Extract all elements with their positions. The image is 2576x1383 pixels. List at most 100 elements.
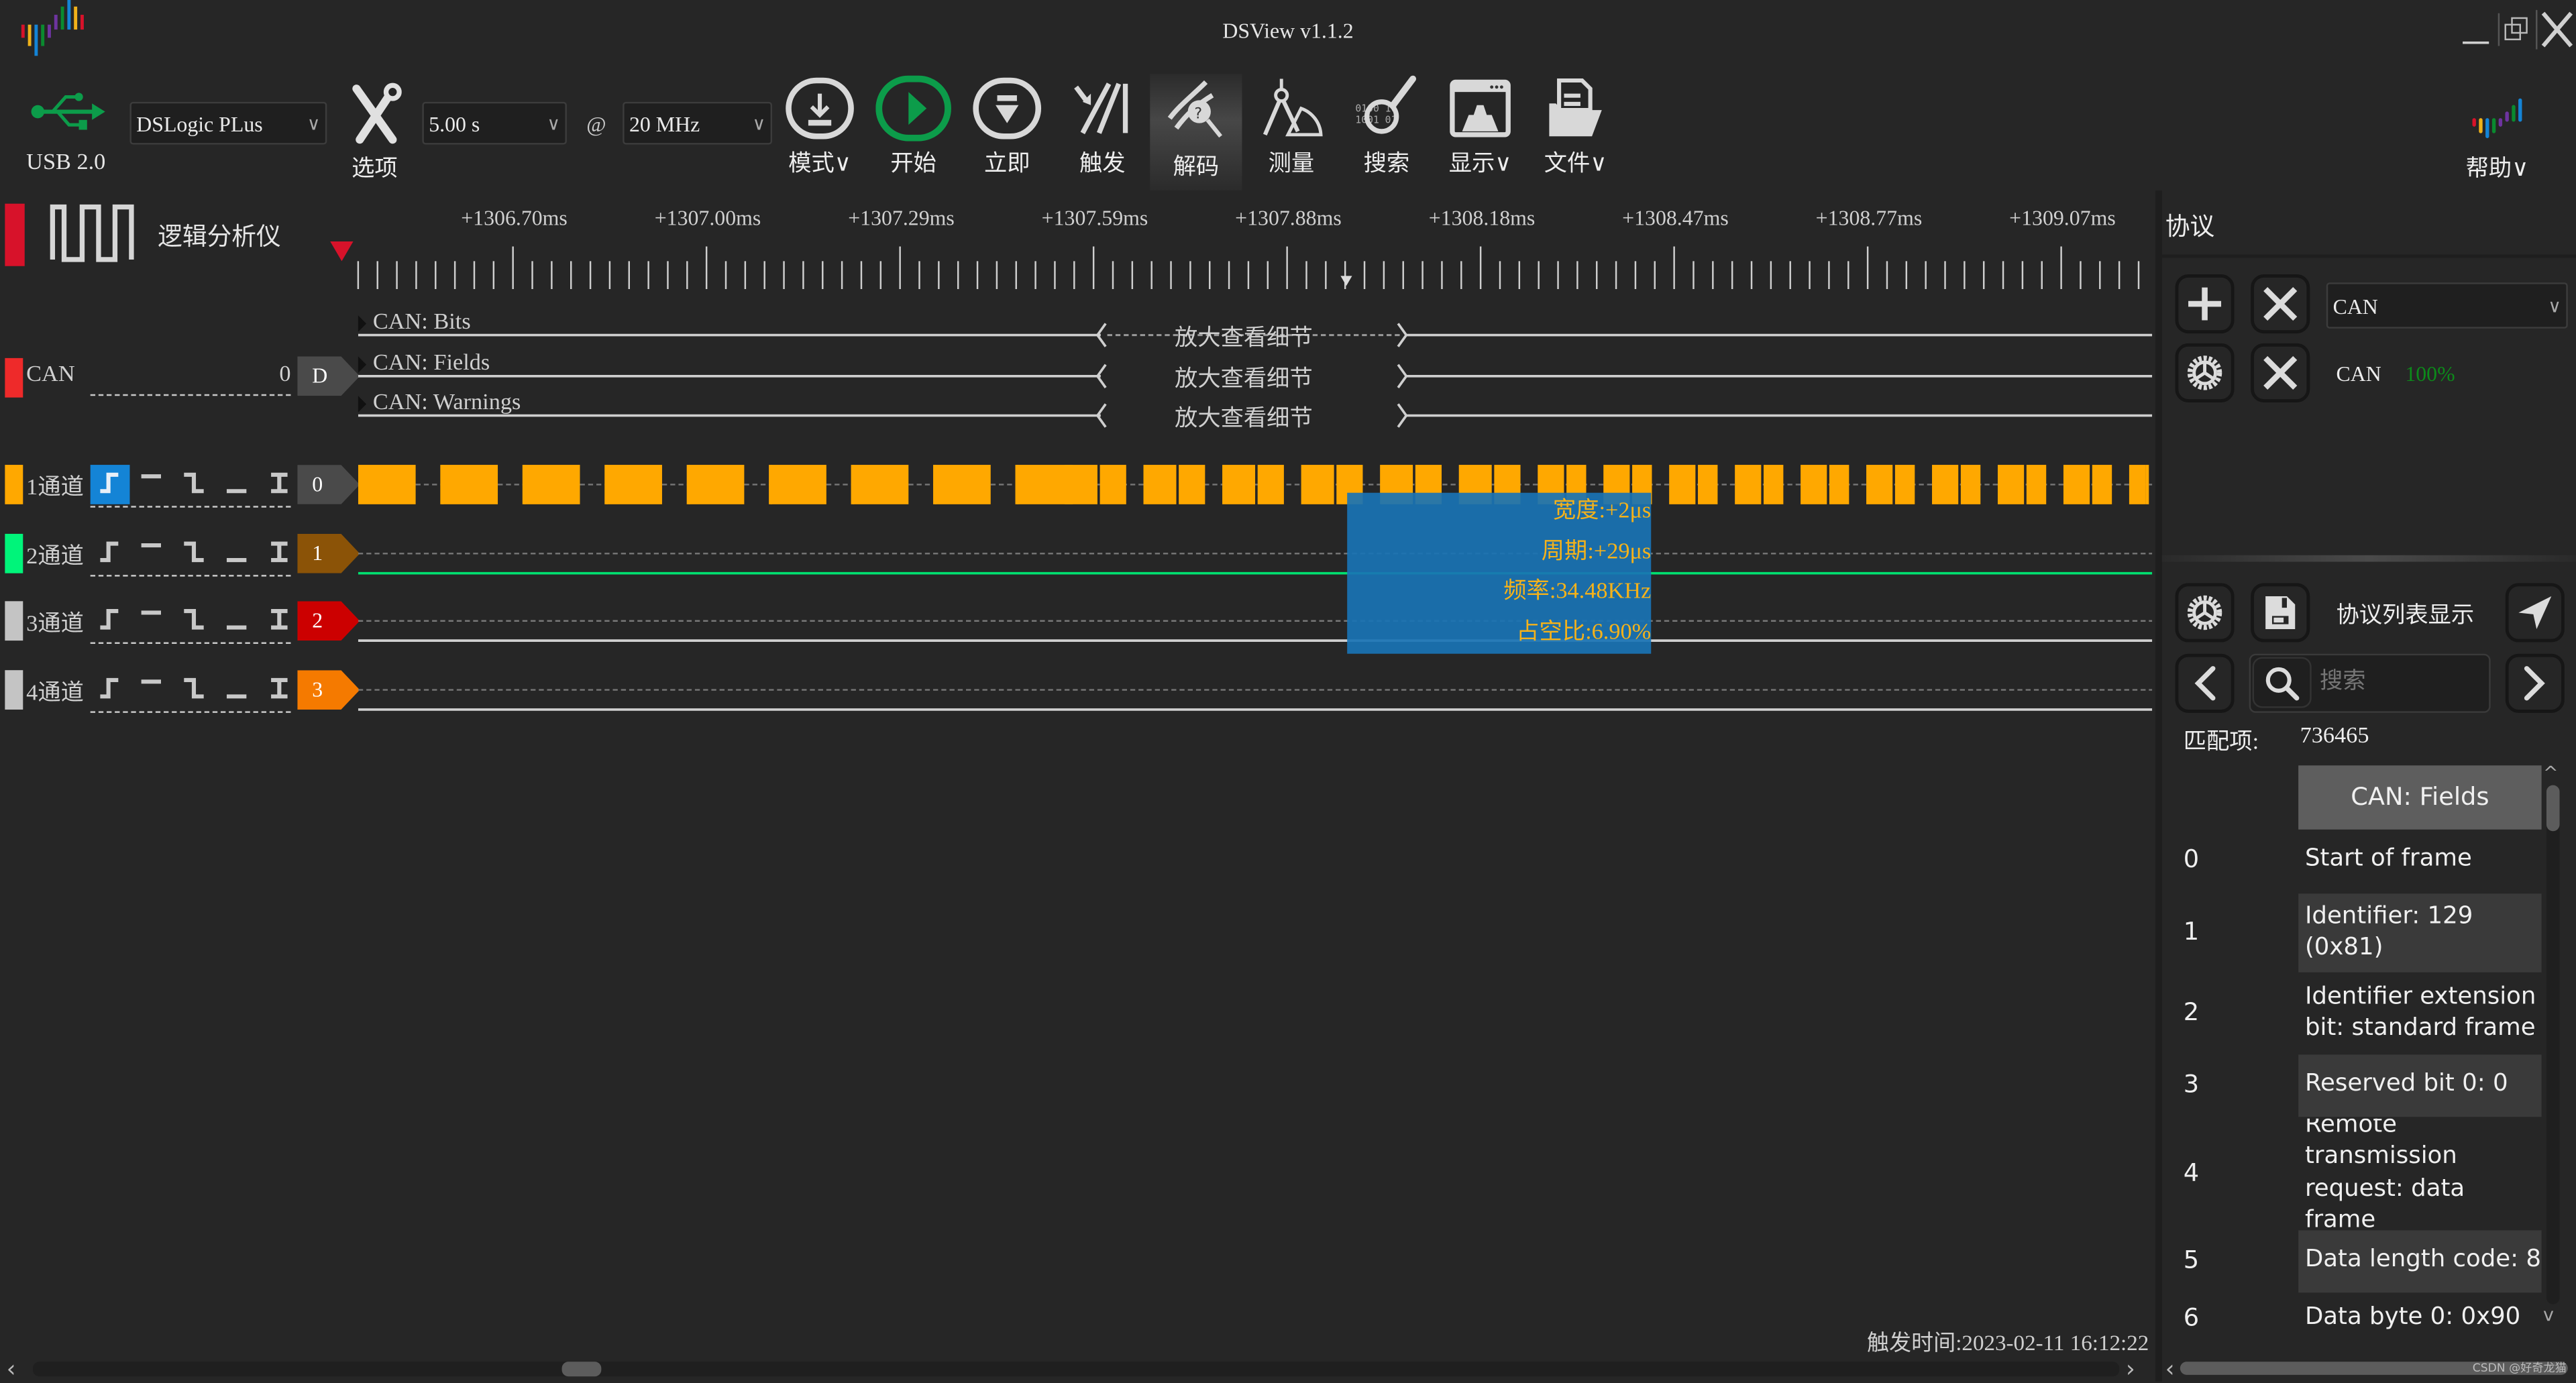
trigger-high-level-button[interactable] bbox=[133, 534, 172, 573]
channel-name[interactable]: 4通道 bbox=[26, 675, 84, 708]
channel-index-tag[interactable]: 2 bbox=[297, 601, 360, 641]
chevron-down-icon: ∨ bbox=[307, 113, 321, 135]
trigger-falling-edge-button[interactable] bbox=[176, 670, 215, 710]
restore-button[interactable] bbox=[2497, 13, 2530, 51]
trigger-any-edge-button[interactable] bbox=[261, 534, 301, 573]
channel-waveform[interactable] bbox=[358, 608, 2153, 657]
trigger-low-level-button[interactable] bbox=[219, 534, 258, 573]
search-box[interactable] bbox=[2249, 653, 2491, 713]
channel-color-bar[interactable] bbox=[5, 601, 23, 641]
tool-search[interactable]: 0100 10 1001 01 搜索 bbox=[1340, 74, 1432, 179]
horizontal-scrollbar[interactable] bbox=[32, 1362, 2120, 1377]
navigate-arrow-icon bbox=[2518, 596, 2552, 629]
list-scroll-down[interactable]: v bbox=[2543, 1305, 2554, 1326]
list-scroll-thumb[interactable] bbox=[2546, 785, 2560, 832]
options-button[interactable]: 选项 bbox=[329, 79, 421, 184]
pulse-high bbox=[1997, 465, 2025, 504]
close-button[interactable] bbox=[2535, 9, 2575, 54]
device-select[interactable]: DSLogic PLus ∨ bbox=[129, 101, 327, 145]
trigger-low-level-button[interactable] bbox=[219, 601, 258, 641]
list-vertical-scrollbar[interactable] bbox=[2546, 785, 2560, 1305]
tool-decode[interactable]: ? 解码 bbox=[1150, 74, 1242, 191]
decoded-list-row[interactable]: 3 Reserved bit 0: 0 bbox=[2162, 1054, 2543, 1117]
channel-index-tag[interactable]: 0 bbox=[297, 465, 360, 504]
channel-name[interactable]: 2通道 bbox=[26, 539, 84, 571]
channel-name[interactable]: 3通道 bbox=[26, 606, 84, 639]
minimize-button[interactable] bbox=[2461, 13, 2491, 51]
trigger-any-edge-button[interactable] bbox=[261, 670, 301, 710]
trigger-rising-edge-button[interactable] bbox=[91, 601, 130, 641]
tool-measure[interactable]: 测量 bbox=[1245, 74, 1337, 179]
channel-color-bar[interactable] bbox=[5, 465, 23, 504]
measure-icon bbox=[1245, 74, 1337, 143]
decoder-tag[interactable]: D bbox=[297, 356, 360, 396]
trigger-high-level-button[interactable] bbox=[133, 670, 172, 710]
list-settings-button[interactable] bbox=[2175, 583, 2235, 643]
decoder-name[interactable]: CAN bbox=[26, 363, 74, 389]
horizontal-scroll-thumb[interactable] bbox=[561, 1362, 602, 1377]
channel-color-bar[interactable] bbox=[5, 533, 23, 573]
decoder-settings-button[interactable] bbox=[2175, 343, 2235, 403]
wrench-screwdriver-icon bbox=[329, 79, 421, 148]
add-decoder-button[interactable] bbox=[2175, 274, 2235, 334]
save-icon bbox=[2265, 596, 2296, 629]
scroll-right-button[interactable]: › bbox=[2126, 1357, 2135, 1383]
duration-select[interactable]: 5.00 s ∨ bbox=[422, 101, 567, 145]
trigger-falling-edge-button[interactable] bbox=[176, 601, 215, 641]
tool-start[interactable]: 开始 bbox=[867, 74, 959, 179]
search-next-button[interactable] bbox=[2505, 653, 2565, 713]
trigger-low-level-button[interactable] bbox=[219, 465, 258, 504]
decoded-list-row[interactable]: 6 Data byte 0: 0x90 bbox=[2162, 1294, 2543, 1343]
search-binary-icon: 0100 10 1001 01 bbox=[1340, 74, 1432, 143]
channel-index-tag[interactable]: 3 bbox=[297, 670, 360, 710]
decoded-list-row[interactable]: 2 Identifier extension bit: standard fram… bbox=[2162, 974, 2543, 1053]
channel-index-tag[interactable]: 1 bbox=[297, 533, 360, 573]
tool-trigger[interactable]: 触发 bbox=[1057, 74, 1148, 179]
save-list-button[interactable] bbox=[2251, 583, 2310, 643]
trigger-any-edge-button[interactable] bbox=[261, 465, 301, 504]
trigger-falling-edge-button[interactable] bbox=[176, 534, 215, 573]
channel-color-bar[interactable] bbox=[5, 670, 23, 710]
list-scroll-up[interactable]: ^ bbox=[2543, 762, 2559, 783]
channel-waveform[interactable] bbox=[358, 541, 2153, 590]
search-input[interactable] bbox=[2316, 661, 2487, 705]
trigger-time: 触发时间:2023-02-11 16:12:22 bbox=[1866, 1330, 2149, 1356]
channel-name[interactable]: 1通道 bbox=[26, 469, 84, 502]
tool-file[interactable]: 文件∨ bbox=[1529, 74, 1621, 179]
help-button[interactable]: 帮助∨ bbox=[2451, 79, 2543, 184]
trigger-low-level-button[interactable] bbox=[219, 670, 258, 710]
trigger-rising-edge-button[interactable] bbox=[91, 670, 130, 710]
ruler-label: +1309.07ms bbox=[2009, 205, 2116, 230]
channel-waveform[interactable] bbox=[358, 677, 2153, 726]
search-button[interactable] bbox=[2252, 657, 2312, 708]
search-prev-button[interactable] bbox=[2175, 653, 2235, 713]
window-title: DSView v1.1.2 bbox=[1222, 17, 1354, 43]
table-header[interactable]: CAN: Fields bbox=[2298, 765, 2542, 830]
trigger-any-edge-button[interactable] bbox=[261, 601, 301, 641]
decoded-list-row[interactable]: 1 Identifier: 129 (0x81) bbox=[2162, 893, 2543, 973]
remove-decoder-button[interactable] bbox=[2251, 343, 2310, 403]
scroll-left-button[interactable]: ‹ bbox=[7, 1357, 16, 1383]
panel-scroll-left[interactable]: ‹ bbox=[2165, 1357, 2175, 1383]
trigger-high-level-button[interactable] bbox=[133, 465, 172, 504]
trigger-rising-edge-button[interactable] bbox=[90, 465, 130, 504]
trigger-high-level-button[interactable] bbox=[133, 601, 172, 641]
decoded-list-row[interactable]: 4 Remote transmission request: data frame bbox=[2162, 1119, 2543, 1229]
tool-display[interactable]: 显示∨ bbox=[1434, 74, 1526, 179]
pulse-high bbox=[2092, 465, 2112, 504]
trigger-rising-edge-button[interactable] bbox=[91, 534, 130, 573]
ruler-label: +1306.70ms bbox=[461, 205, 568, 230]
goto-button[interactable] bbox=[2505, 583, 2565, 643]
decoded-list-row[interactable]: 0 Start of frame bbox=[2162, 830, 2543, 892]
remove-all-decoders-button[interactable] bbox=[2251, 274, 2310, 334]
samplerate-select[interactable]: 20 MHz ∨ bbox=[623, 101, 773, 145]
protocol-select[interactable]: CAN ∨ bbox=[2326, 282, 2568, 329]
pulse-high bbox=[769, 465, 826, 504]
channel-0-waveform[interactable] bbox=[358, 460, 2153, 509]
decoded-list-row[interactable]: 5 Data length code: 8 bbox=[2162, 1230, 2543, 1293]
trigger-falling-edge-button[interactable] bbox=[176, 465, 215, 504]
trigger-icon bbox=[1057, 74, 1148, 143]
tool-mode[interactable]: 模式∨ bbox=[773, 74, 865, 179]
panel-splitter[interactable] bbox=[2161, 555, 2576, 562]
tool-instant[interactable]: 立即 bbox=[961, 74, 1053, 179]
